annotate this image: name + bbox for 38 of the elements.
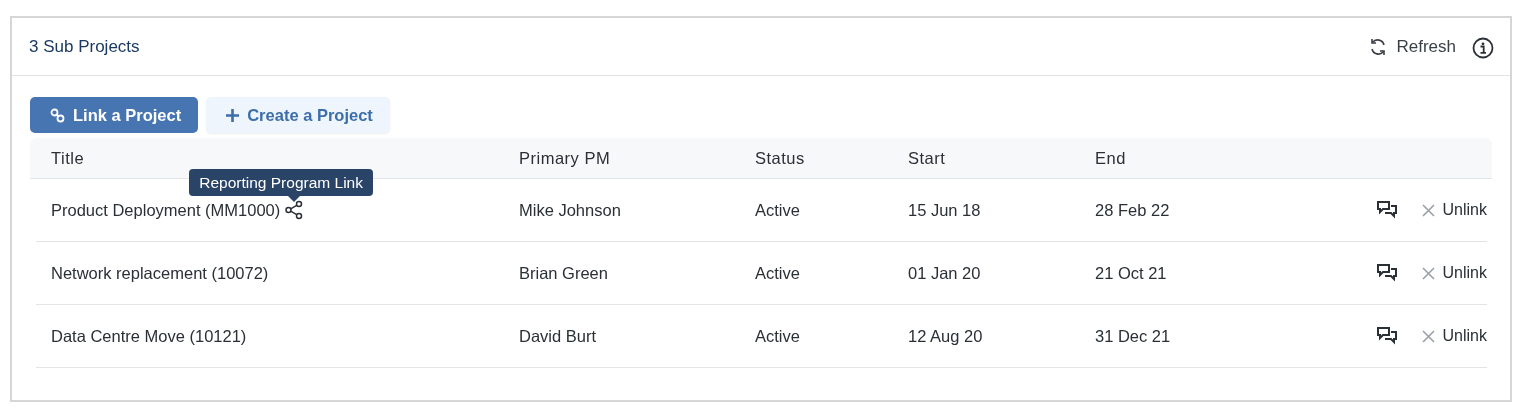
comments-icon[interactable]: [1375, 200, 1398, 220]
unlink-button[interactable]: Unlink: [1421, 198, 1487, 222]
table-cell-text: 12 Aug 20: [908, 325, 984, 347]
unlink-button[interactable]: Unlink: [1421, 261, 1487, 285]
plus-icon: [226, 108, 240, 122]
table-cell-text: 01 Jan 20: [908, 262, 982, 284]
column-header: Start: [908, 147, 947, 169]
close-icon: [1421, 266, 1435, 280]
share-icon[interactable]: [284, 200, 305, 220]
close-icon: [1421, 329, 1435, 343]
comments-icon[interactable]: [1375, 263, 1398, 283]
refresh-button[interactable]: Refresh: [1368, 33, 1456, 60]
table-cell-text: Data Centre Move (10121): [51, 325, 247, 347]
link-icon: [50, 107, 65, 123]
table-cell-text: David Burt: [519, 325, 598, 347]
tooltip: Reporting Program Link: [189, 168, 373, 196]
tooltip-arrow: [288, 196, 301, 202]
column-header: Primary PM: [519, 147, 612, 169]
close-icon: [1421, 203, 1435, 217]
table-cell-text: Active: [755, 325, 801, 347]
link-project-button[interactable]: Link a Project: [30, 97, 199, 133]
table-cell-text: 31 Dec 21: [1095, 325, 1172, 347]
table-cell-text: Brian Green: [519, 262, 609, 284]
table-cell-text: Product Deployment (MM1000): [51, 199, 281, 221]
comments-icon[interactable]: [1375, 326, 1398, 346]
unlink-button[interactable]: Unlink: [1421, 324, 1487, 348]
table-cell-text: Active: [755, 199, 801, 221]
table-cell-text: 28 Feb 22: [1095, 199, 1171, 221]
table-cell-text: Network replacement (10072): [51, 262, 269, 284]
column-header: Title: [50, 147, 86, 169]
table-cell-text: Mike Johnson: [519, 199, 622, 221]
column-header: Status: [755, 147, 806, 169]
create-project-button[interactable]: Create a Project: [206, 97, 390, 133]
table-cell-text: Active: [755, 262, 801, 284]
panel-title: 3 Sub Projects: [29, 35, 140, 58]
table-cell-text: 15 Jun 18: [908, 199, 982, 221]
table-cell-text: 21 Oct 21: [1095, 262, 1168, 284]
column-header: End: [1095, 147, 1127, 169]
